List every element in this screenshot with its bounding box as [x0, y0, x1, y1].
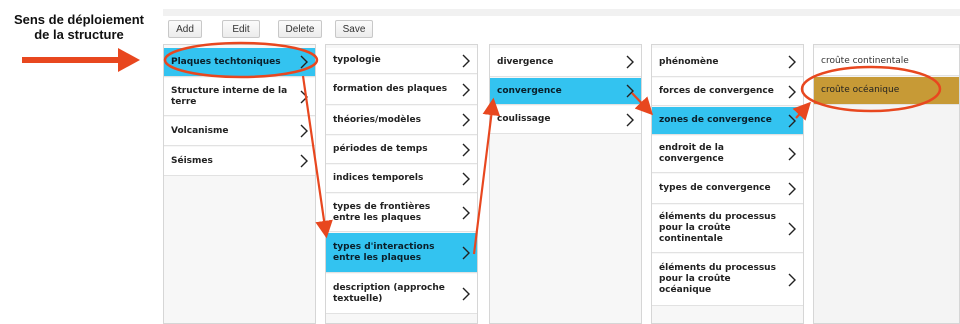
chevron-right-icon: [461, 54, 471, 68]
chevron-right-icon: [787, 222, 797, 236]
caption-line-1: Sens de déploiement: [13, 12, 145, 27]
item-label: coulissage: [497, 114, 551, 124]
chevron-right-icon: [787, 273, 797, 287]
chevron-right-icon: [625, 55, 635, 69]
chevron-right-icon: [461, 143, 471, 157]
column-4-item-3[interactable]: zones de convergence: [652, 107, 803, 135]
item-label: indices temporels: [333, 173, 424, 183]
chevron-right-icon: [787, 85, 797, 99]
column-2: typologie formation des plaques théories…: [325, 44, 478, 324]
chevron-right-icon: [461, 206, 471, 220]
chevron-right-icon: [461, 172, 471, 186]
item-label: types de frontières entre les plaques: [333, 201, 431, 223]
chevron-right-icon: [625, 113, 635, 127]
column-4-item-6[interactable]: éléments du processus pour la croûte con…: [652, 205, 803, 253]
column-2-item-6[interactable]: types de frontières entre les plaques: [326, 194, 477, 232]
chevron-right-icon: [461, 246, 471, 260]
column-1: Plaques techtoniques Structure interne d…: [163, 44, 316, 324]
item-label: formation des plaques: [333, 84, 448, 94]
item-label: divergence: [497, 56, 554, 67]
column-4: phénomène forces de convergence zones de…: [651, 44, 804, 324]
deployment-caption: Sens de déploiement de la structure: [4, 12, 154, 42]
column-2-item-2[interactable]: formation des plaques: [326, 75, 477, 105]
item-label: Plaques techtoniques: [171, 56, 281, 67]
item-label: types de convergence: [659, 183, 771, 193]
item-label: types d'interactions entre les plaques: [333, 241, 435, 263]
item-label: éléments du processus pour la croûte con…: [659, 212, 776, 244]
column-2-item-4[interactable]: périodes de temps: [326, 136, 477, 164]
column-2-item-7[interactable]: types d'interactions entre les plaques: [326, 233, 477, 273]
item-label: endroit de la convergence: [659, 143, 724, 164]
chevron-right-icon: [299, 55, 309, 69]
column-2-item-1[interactable]: typologie: [326, 48, 477, 74]
column-1-item-4[interactable]: Séismes: [164, 147, 315, 176]
caption-line-2: de la structure: [34, 27, 124, 42]
column-2-item-3[interactable]: théories/modèles: [326, 106, 477, 135]
item-label: convergence: [497, 85, 562, 96]
item-label: théories/modèles: [333, 114, 421, 125]
column-4-item-1[interactable]: phénomène: [652, 48, 803, 77]
chevron-right-icon: [299, 154, 309, 168]
column-4-item-5[interactable]: types de convergence: [652, 174, 803, 204]
chevron-right-icon: [299, 90, 309, 104]
column-4-item-2[interactable]: forces de convergence: [652, 78, 803, 106]
chevron-right-icon: [787, 147, 797, 161]
item-label: forces de convergence: [659, 86, 774, 96]
item-label: croûte continentale: [821, 56, 909, 66]
item-label: périodes de temps: [333, 144, 428, 154]
item-label: phénomène: [659, 56, 719, 67]
column-3-item-1[interactable]: divergence: [490, 48, 641, 77]
column-3: divergence convergence coulissage: [489, 44, 642, 324]
column-1-item-2[interactable]: Structure interne de la terre: [164, 78, 315, 116]
chevron-right-icon: [461, 287, 471, 301]
column-5-item-2[interactable]: croûte océanique: [814, 77, 959, 105]
item-label: description (approche textuelle): [333, 282, 445, 304]
column-5: croûte continentale croûte océanique: [813, 44, 960, 324]
add-button[interactable]: Add: [168, 20, 202, 38]
column-1-item-3[interactable]: Volcanisme: [164, 117, 315, 146]
column-4-item-7[interactable]: éléments du processus pour la croûte océ…: [652, 254, 803, 306]
column-2-item-8[interactable]: description (approche textuelle): [326, 274, 477, 314]
chevron-right-icon: [461, 113, 471, 127]
chevron-right-icon: [787, 182, 797, 196]
item-label: Séismes: [171, 155, 213, 166]
column-3-item-2[interactable]: convergence: [490, 78, 641, 105]
column-5-item-1[interactable]: croûte continentale: [814, 48, 959, 76]
item-label: Volcanisme: [171, 125, 229, 136]
column-1-item-1[interactable]: Plaques techtoniques: [164, 48, 315, 77]
save-button[interactable]: Save: [335, 20, 373, 38]
top-strip: [163, 9, 960, 16]
chevron-right-icon: [787, 114, 797, 128]
edit-button[interactable]: Edit: [222, 20, 260, 38]
item-label: éléments du processus pour la croûte océ…: [659, 263, 776, 295]
big-arrow-icon: [22, 48, 140, 72]
chevron-right-icon: [461, 83, 471, 97]
column-4-item-4[interactable]: endroit de la convergence: [652, 136, 803, 173]
chevron-right-icon: [787, 55, 797, 69]
column-3-item-3[interactable]: coulissage: [490, 106, 641, 134]
item-label: Structure interne de la terre: [171, 85, 288, 107]
chevron-right-icon: [299, 124, 309, 138]
item-label: zones de convergence: [659, 115, 772, 125]
item-label: croûte océanique: [821, 85, 900, 95]
item-label: typologie: [333, 55, 381, 65]
delete-button[interactable]: Delete: [278, 20, 322, 38]
column-2-item-5[interactable]: indices temporels: [326, 165, 477, 193]
chevron-right-icon: [625, 84, 635, 98]
